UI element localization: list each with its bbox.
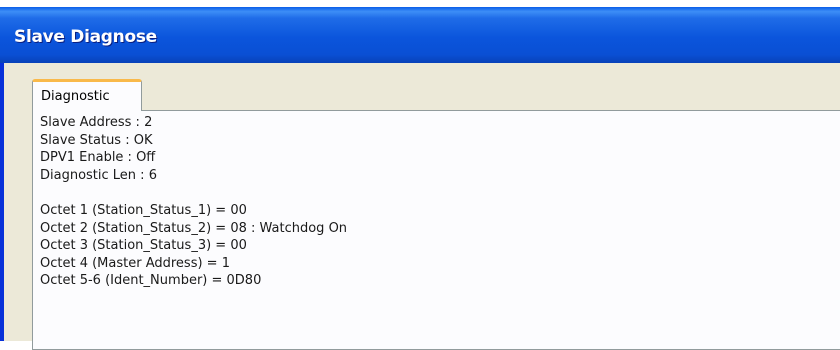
dpv1-enable-line: DPV1 Enable : Off [40, 150, 156, 166]
title-bar[interactable]: Slave Diagnose [0, 7, 840, 63]
octet-4-line: Octet 4 (Master Address) = 1 [40, 255, 230, 271]
slave-status-line: Slave Status : OK [40, 132, 153, 148]
slave-diagnose-window: Slave Diagnose Diagnostic Slave Address … [0, 7, 840, 350]
diagnostic-text: Slave Address : 2 Slave Status : OK DPV1… [40, 114, 347, 290]
tab-diagnostic-label: Diagnostic [41, 89, 110, 104]
slave-address-line: Slave Address : 2 [40, 115, 153, 130]
diagnostic-len-line: Diagnostic Len : 6 [40, 167, 157, 183]
octet-2-line: Octet 2 (Station_Status_2) = 08 : Watchd… [40, 220, 348, 236]
octet-1-line: Octet 1 (Station_Status_1) = 00 [40, 202, 247, 218]
dialog-client-area: Diagnostic Slave Address : 2 Slave Statu… [4, 63, 840, 350]
diagnostic-panel: Slave Address : 2 Slave Status : OK DPV1… [32, 110, 840, 350]
window-title: Slave Diagnose [14, 27, 157, 47]
octet-5-6-line: Octet 5-6 (Ident_Number) = 0D80 [40, 273, 262, 289]
octet-3-line: Octet 3 (Station_Status_3) = 00 [40, 238, 247, 254]
tab-diagnostic[interactable]: Diagnostic [32, 79, 142, 111]
